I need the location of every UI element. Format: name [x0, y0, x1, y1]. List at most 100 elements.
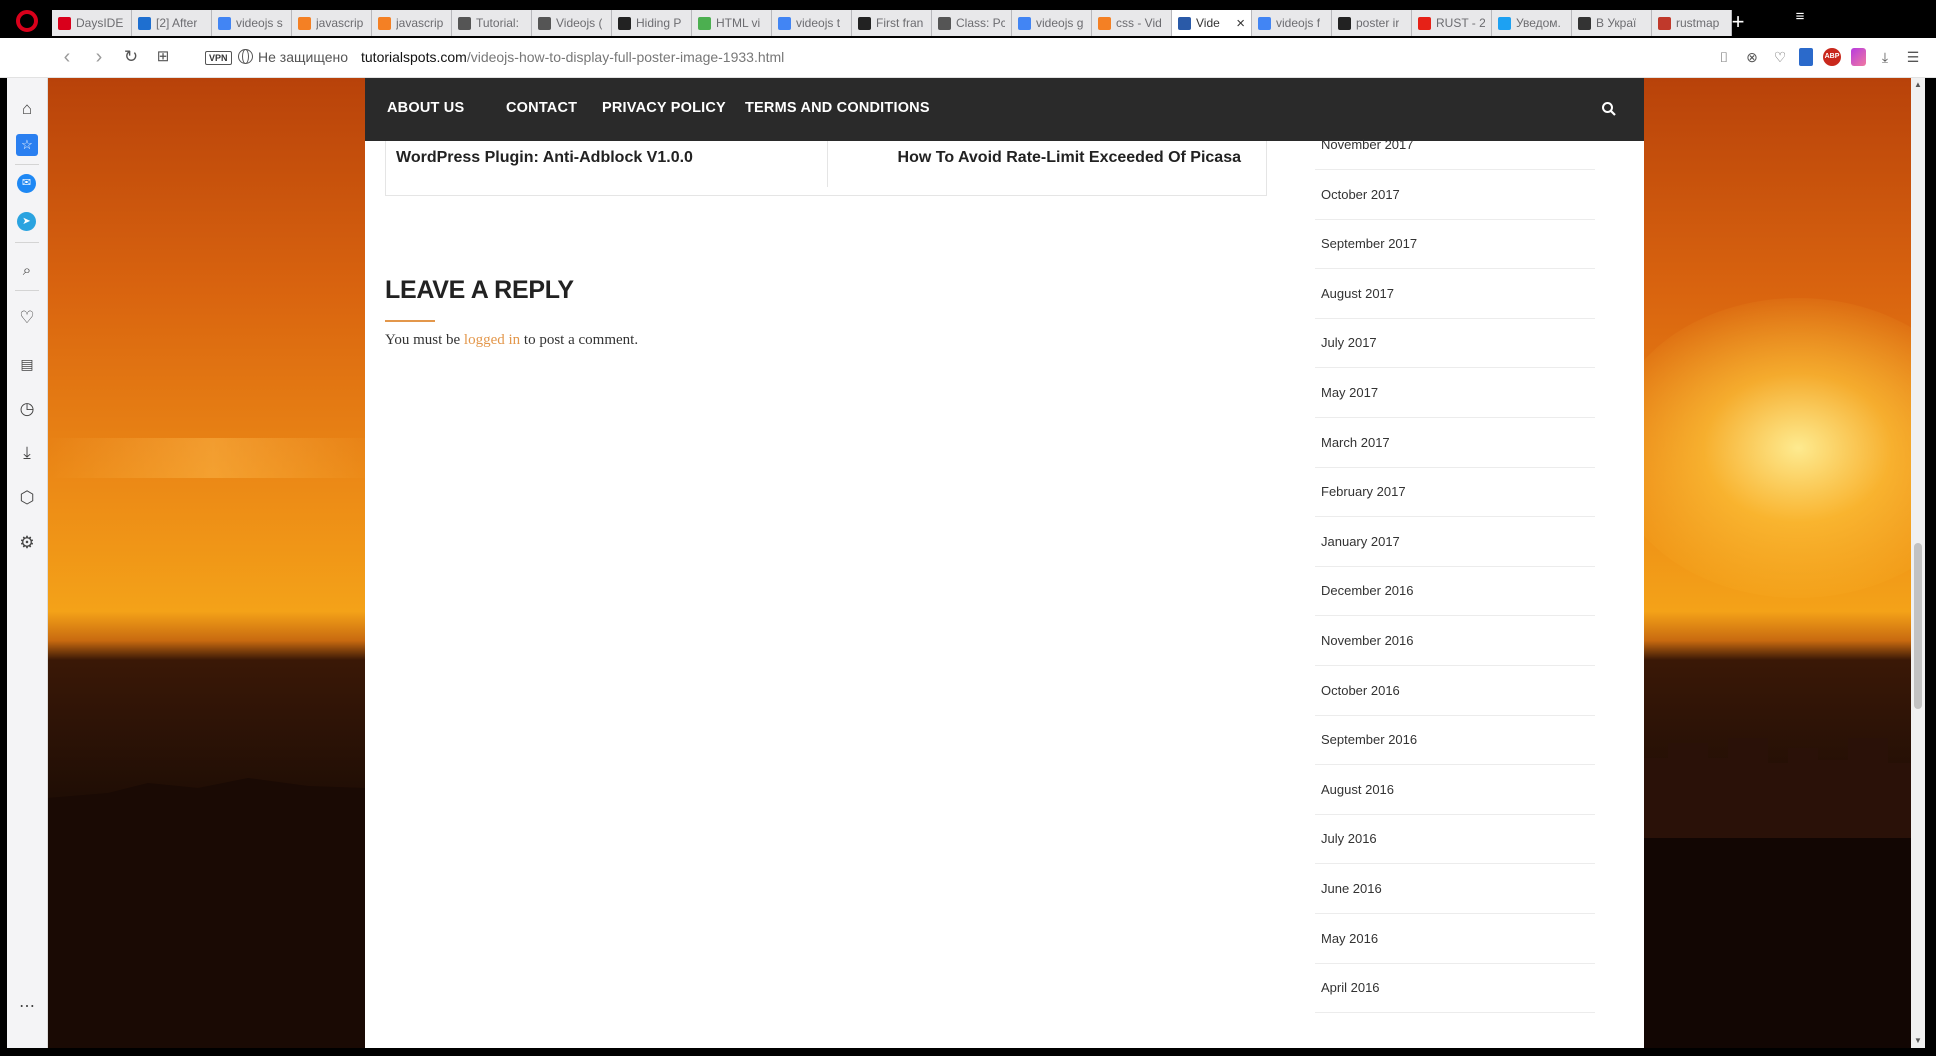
back-arrow-icon[interactable]: ‹: [56, 47, 78, 69]
reply-heading-underline: [385, 320, 435, 322]
browser-tab[interactable]: Hiding P: [612, 10, 692, 36]
scroll-down-arrow-icon[interactable]: ▼: [1911, 1034, 1925, 1048]
news-icon[interactable]: ▤: [16, 353, 38, 375]
page-content: ABOUT US CONTACT PRIVACY POLICY TERMS AN…: [365, 78, 1644, 1048]
easy-setup-icon[interactable]: ☰: [1904, 48, 1922, 66]
extension-blue-icon[interactable]: [1799, 48, 1813, 66]
messenger-icon[interactable]: ✉: [17, 174, 36, 193]
archive-link[interactable]: September 2017: [1315, 220, 1595, 270]
browser-tab[interactable]: DaysIDE: [52, 10, 132, 36]
history-clock-icon[interactable]: ◷: [16, 398, 38, 420]
archive-link[interactable]: September 2016: [1315, 716, 1595, 766]
url-field[interactable]: tutorialspots.com/videojs-how-to-display…: [361, 49, 784, 65]
next-post-link[interactable]: How To Avoid Rate-Limit Exceeded Of Pica…: [898, 149, 1241, 167]
browser-tab[interactable]: First fran: [852, 10, 932, 36]
download-icon[interactable]: ⤓: [1876, 48, 1894, 66]
background-sun-glow: [1608, 298, 1911, 598]
browser-tab[interactable]: javascrip: [372, 10, 452, 36]
browser-tab[interactable]: В Украї: [1572, 10, 1652, 36]
bookmarks-heart-icon[interactable]: ♡: [16, 307, 38, 329]
snapshot-camera-icon[interactable]: ⌷: [1715, 48, 1733, 66]
browser-tab[interactable]: javascrip: [292, 10, 372, 36]
reply-note-suffix: to post a comment.: [520, 332, 639, 348]
archive-link[interactable]: November 2017: [1315, 121, 1595, 170]
archive-link[interactable]: February 2017: [1315, 468, 1595, 518]
close-tab-icon[interactable]: ×: [1233, 15, 1245, 32]
browser-tab[interactable]: css - Vid: [1092, 10, 1172, 36]
browser-tab[interactable]: [2] After: [132, 10, 212, 36]
archive-link[interactable]: October 2016: [1315, 667, 1595, 716]
tab-strip: DaysIDE [2] After videojs s javascrip javasc…: [0, 0, 1936, 38]
adblock-icon[interactable]: ⊗: [1743, 48, 1761, 66]
scroll-thumb[interactable]: [1914, 543, 1922, 709]
opera-menu-icon[interactable]: [16, 10, 38, 32]
downloads-icon[interactable]: ⤓: [16, 442, 38, 464]
archive-link[interactable]: January 2017: [1315, 518, 1595, 567]
globe-icon[interactable]: [238, 49, 253, 64]
security-label[interactable]: Не защищено: [258, 49, 348, 65]
settings-gear-icon[interactable]: ⚙: [16, 532, 38, 554]
sidebar-divider: [15, 290, 39, 291]
archive-link[interactable]: October 2017: [1315, 171, 1595, 220]
browser-tab[interactable]: RUST - 2: [1412, 10, 1492, 36]
address-bar: ‹ › ↻ ⊞ VPN Не защищено tutorialspots.co…: [0, 38, 1936, 78]
speed-dial-icon[interactable]: ☆: [16, 134, 38, 156]
browser-tab[interactable]: Tutorial:: [452, 10, 532, 36]
reload-icon[interactable]: ↻: [120, 47, 142, 69]
tab-menu-icon[interactable]: ≡: [1790, 8, 1810, 26]
browser-tab[interactable]: videojs f: [1252, 10, 1332, 36]
stackoverflow-icon: [1098, 16, 1111, 30]
extension-gradient-icon[interactable]: [1851, 48, 1866, 66]
archive-link[interactable]: July 2016: [1315, 815, 1595, 865]
abp-extension-icon[interactable]: ABP: [1823, 48, 1841, 66]
archive-link[interactable]: November 2016: [1315, 617, 1595, 666]
search-icon[interactable]: [1601, 101, 1617, 117]
browser-tab[interactable]: videojs g: [1012, 10, 1092, 36]
scroll-up-arrow-icon[interactable]: ▲: [1911, 78, 1925, 92]
nav-contact[interactable]: CONTACT: [506, 100, 577, 116]
tab-label: RUST - 2: [1436, 16, 1485, 30]
nav-about-us[interactable]: ABOUT US: [387, 100, 464, 116]
window-frame-bottom: [0, 1048, 1936, 1056]
logged-in-link[interactable]: logged in: [464, 332, 520, 348]
archive-link[interactable]: June 2016: [1315, 865, 1595, 914]
extensions-cube-icon[interactable]: ⬡: [16, 487, 38, 509]
new-tab-plus-icon[interactable]: +: [1726, 9, 1750, 35]
archive-link[interactable]: March 2017: [1315, 419, 1595, 468]
forward-arrow-icon[interactable]: ›: [88, 47, 110, 69]
archive-label: September 2017: [1321, 236, 1418, 252]
nav-privacy-policy[interactable]: PRIVACY POLICY: [602, 100, 726, 116]
search-icon[interactable]: ⌕: [16, 260, 38, 282]
page-scrollbar[interactable]: ▲ ▼: [1911, 78, 1925, 1048]
archive-label: July 2017: [1321, 335, 1377, 351]
vpn-badge[interactable]: VPN: [205, 51, 232, 65]
browser-tab[interactable]: videojs s: [212, 10, 292, 36]
browser-tab[interactable]: poster ir: [1332, 10, 1412, 36]
browser-tab[interactable]: Class: Pc: [932, 10, 1012, 36]
twitter-icon: [1498, 16, 1511, 30]
tab-label: First fran: [876, 16, 924, 30]
archive-link[interactable]: May 2017: [1315, 369, 1595, 418]
archive-link[interactable]: December 2016: [1315, 567, 1595, 617]
nav-terms-and-conditions[interactable]: TERMS AND CONDITIONS: [745, 100, 930, 116]
more-dots-icon[interactable]: ⋯: [16, 996, 38, 1018]
home-icon[interactable]: ⌂: [16, 98, 38, 120]
archive-link[interactable]: April 2016: [1315, 964, 1595, 1014]
browser-tab[interactable]: Уведом.: [1492, 10, 1572, 36]
archive-link[interactable]: July 2017: [1315, 319, 1595, 369]
reply-note-prefix: You must be: [385, 332, 464, 348]
tab-grid-icon[interactable]: ⊞: [152, 47, 174, 69]
archive-link[interactable]: August 2017: [1315, 270, 1595, 319]
tab-label: videojs f: [1276, 16, 1321, 30]
previous-post-link[interactable]: WordPress Plugin: Anti-Adblock V1.0.0: [396, 149, 693, 167]
bookmark-heart-icon[interactable]: ♡: [1771, 48, 1789, 66]
archive-link[interactable]: May 2016: [1315, 915, 1595, 964]
archive-link[interactable]: August 2016: [1315, 766, 1595, 815]
browser-tab[interactable]: HTML vi: [692, 10, 772, 36]
browser-tab[interactable]: videojs t: [772, 10, 852, 36]
browser-tab[interactable]: rustmap: [1652, 10, 1732, 36]
browser-tab[interactable]: Videojs (: [532, 10, 612, 36]
telegram-icon[interactable]: ➤: [17, 212, 36, 231]
browser-tab[interactable]: Vide ×: [1172, 10, 1252, 36]
tab-label: Vide: [1196, 16, 1220, 30]
